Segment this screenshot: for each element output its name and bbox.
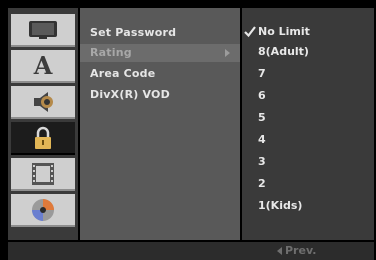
film-icon [32, 162, 54, 185]
disc-icon-button[interactable] [11, 194, 75, 227]
option-label: 5 [258, 111, 266, 124]
option-label: 2 [258, 177, 266, 190]
option-1-kids[interactable]: 1(Kids) [242, 196, 374, 216]
triangle-left-icon [277, 247, 282, 255]
option-label: 4 [258, 133, 266, 146]
menu-item-label: Area Code [90, 67, 156, 80]
option-label: 8(Adult) [258, 45, 309, 58]
tv-icon [29, 20, 57, 39]
category-sidebar: A [8, 8, 78, 240]
menu-item-area-code[interactable]: Area Code [90, 65, 236, 83]
option-3[interactable]: 3 [242, 152, 374, 172]
option-4[interactable]: 4 [242, 130, 374, 150]
lock-icon-button[interactable] [11, 122, 75, 155]
option-label: No Limit [258, 25, 310, 38]
prev-button[interactable]: Prev. [285, 242, 316, 260]
audio-icon [34, 91, 53, 112]
menu-item-label: Rating [90, 46, 132, 59]
language-icon: A [33, 51, 53, 80]
film-icon-button[interactable] [11, 158, 75, 191]
lock-submenu: Set Password Rating Area Code DivX(R) VO… [80, 8, 240, 240]
audio-icon-button[interactable] [11, 86, 75, 119]
option-label: 6 [258, 89, 266, 102]
menu-item-label: Set Password [90, 26, 177, 39]
lock-icon [35, 126, 51, 149]
menu-item-rating[interactable]: Rating [80, 44, 240, 62]
option-6[interactable]: 6 [242, 86, 374, 106]
tv-icon-button[interactable] [11, 14, 75, 47]
chevron-right-icon [225, 49, 230, 57]
rating-options: No Limit 8(Adult) 7 6 5 4 3 2 1(Kids) [242, 8, 374, 240]
option-label: 3 [258, 155, 266, 168]
language-icon-button[interactable]: A [11, 50, 75, 83]
checkmark-icon [244, 26, 256, 38]
option-label: 7 [258, 67, 266, 80]
disc-icon [32, 198, 54, 221]
option-5[interactable]: 5 [242, 108, 374, 128]
option-2[interactable]: 2 [242, 174, 374, 194]
option-label: 1(Kids) [258, 199, 303, 212]
menu-item-divx-vod[interactable]: DivX(R) VOD [90, 86, 236, 104]
option-7[interactable]: 7 [242, 64, 374, 84]
footer-bar: Prev. [8, 242, 374, 260]
option-no-limit[interactable]: No Limit [242, 22, 374, 42]
option-8-adult[interactable]: 8(Adult) [242, 42, 374, 62]
setup-menu-screen: A Set Password Rating Area Code DivX(R) … [8, 8, 374, 260]
menu-item-set-password[interactable]: Set Password [90, 24, 236, 42]
menu-item-label: DivX(R) VOD [90, 88, 170, 101]
